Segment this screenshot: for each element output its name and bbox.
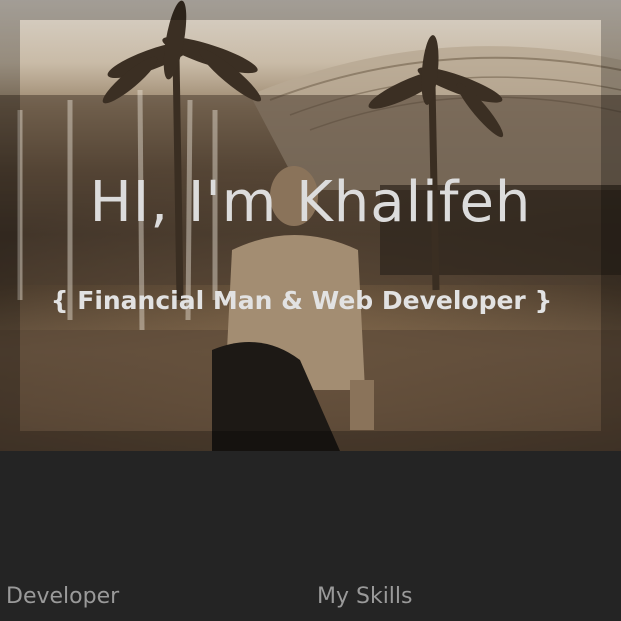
section-label-my-skills: My Skills bbox=[317, 584, 413, 609]
section-labels: Developer My Skills bbox=[0, 580, 621, 616]
hero-banner: HI, I'm Khalifeh { Financial Man & Web D… bbox=[0, 0, 621, 451]
hero-subtitle: { Financial Man & Web Developer } bbox=[50, 286, 553, 315]
section-label-developer: Developer bbox=[6, 584, 120, 609]
page: HI, I'm Khalifeh { Financial Man & Web D… bbox=[0, 0, 621, 621]
hero-title: HI, I'm Khalifeh bbox=[89, 170, 532, 235]
